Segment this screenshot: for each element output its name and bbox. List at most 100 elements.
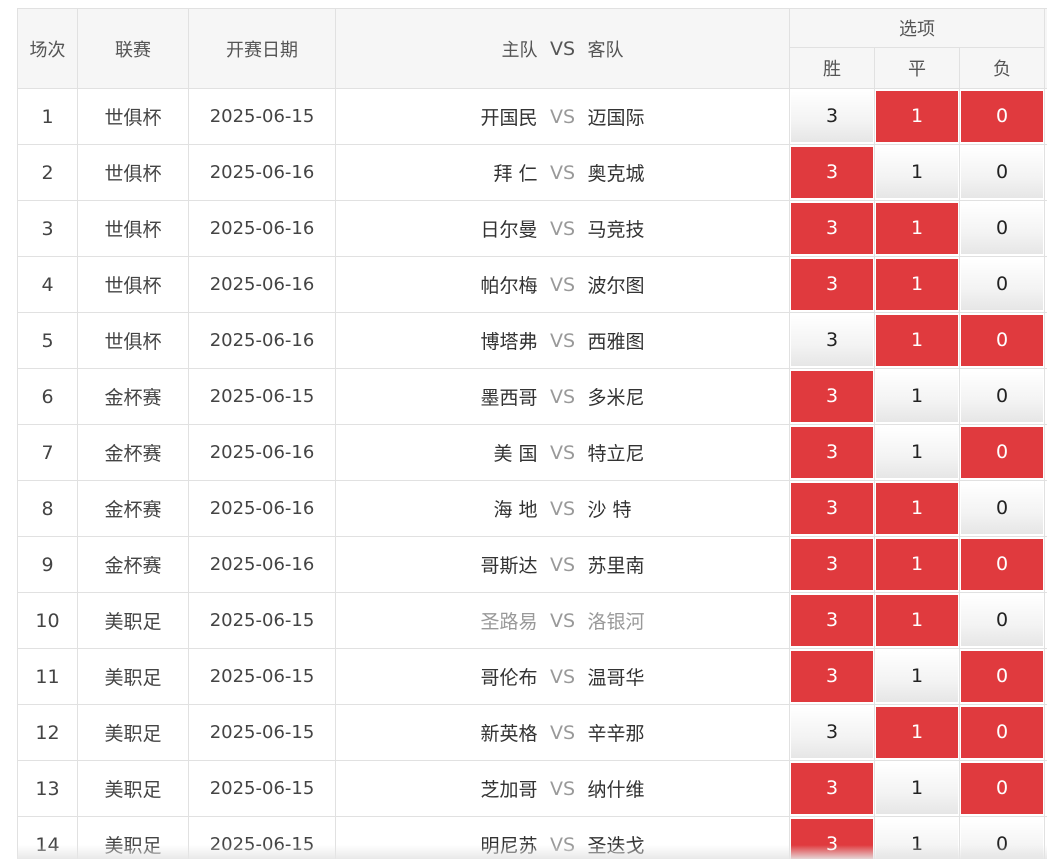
match-table: 场次 联赛 开赛日期 主队 VS 客队 选项 胜 平 负 1 世俱杯 2025-…: [17, 8, 1047, 859]
away-team: 纳什维: [587, 779, 645, 801]
league-name: 金杯赛: [77, 424, 189, 481]
option-win-button[interactable]: 3: [791, 315, 873, 366]
header-option-loss: 负: [958, 47, 1046, 89]
option-loss-button[interactable]: 0: [961, 427, 1044, 478]
match-number: 2: [17, 144, 78, 201]
teams-inner: 拜 仁 VS 奥克城: [337, 159, 789, 186]
option-loss-button[interactable]: 0: [961, 763, 1044, 814]
option-win-button[interactable]: 3: [791, 147, 873, 198]
vs-label: VS: [549, 273, 576, 296]
match-number: 7: [17, 424, 78, 481]
header-home-team: 主队: [501, 39, 538, 61]
teams-cell: 开国民 VS 迈国际: [335, 88, 790, 145]
league-name: 美职足: [77, 760, 189, 817]
option-loss-cell: 0: [958, 816, 1046, 859]
option-draw-cell: 1: [874, 424, 960, 481]
option-draw-button[interactable]: 1: [876, 203, 958, 254]
option-draw-button[interactable]: 1: [876, 483, 958, 534]
teams-inner: 哥斯达 VS 苏里南: [337, 551, 789, 578]
away-team: 多米尼: [587, 387, 645, 409]
option-draw-button[interactable]: 1: [876, 763, 958, 814]
league-name: 世俱杯: [77, 88, 189, 145]
option-win-cell: 3: [789, 592, 875, 649]
match-date: 2025-06-16: [188, 312, 336, 369]
option-win-button[interactable]: 3: [791, 427, 873, 478]
option-loss-button[interactable]: 0: [961, 595, 1044, 646]
option-draw-button[interactable]: 1: [876, 819, 958, 859]
league-name: 美职足: [77, 704, 189, 761]
option-loss-button[interactable]: 0: [961, 371, 1044, 422]
match-date: 2025-06-16: [188, 480, 336, 537]
teams-cell: 帕尔梅 VS 波尔图: [335, 256, 790, 313]
option-draw-button[interactable]: 1: [876, 539, 958, 590]
option-loss-cell: 0: [958, 144, 1046, 201]
option-loss-cell: 0: [958, 760, 1046, 817]
option-win-button[interactable]: 3: [791, 91, 873, 142]
teams-inner: 美 国 VS 特立尼: [337, 439, 789, 466]
teams-inner: 博塔弗 VS 西雅图: [337, 327, 789, 354]
match-row: 7 金杯赛 2025-06-16 美 国 VS 特立尼 3 1 0: [17, 424, 1047, 481]
teams-inner: 帕尔梅 VS 波尔图: [337, 271, 789, 298]
option-loss-button[interactable]: 0: [961, 539, 1044, 590]
option-win-button[interactable]: 3: [791, 483, 873, 534]
option-loss-cell: 0: [958, 368, 1046, 425]
option-win-button[interactable]: 3: [791, 763, 873, 814]
option-loss-cell: 0: [958, 704, 1046, 761]
option-win-button[interactable]: 3: [791, 259, 873, 310]
option-loss-cell: 0: [958, 536, 1046, 593]
teams-inner: 开国民 VS 迈国际: [337, 103, 789, 130]
option-draw-button[interactable]: 1: [876, 651, 958, 702]
option-loss-button[interactable]: 0: [961, 483, 1044, 534]
option-loss-button[interactable]: 0: [961, 707, 1044, 758]
option-draw-button[interactable]: 1: [876, 371, 958, 422]
vs-label: VS: [549, 777, 576, 800]
option-draw-cell: 1: [874, 144, 960, 201]
option-loss-cell: 0: [958, 592, 1046, 649]
option-loss-button[interactable]: 0: [961, 203, 1044, 254]
option-win-button[interactable]: 3: [791, 651, 873, 702]
option-loss-button[interactable]: 0: [961, 819, 1044, 859]
option-loss-button[interactable]: 0: [961, 651, 1044, 702]
option-loss-button[interactable]: 0: [961, 259, 1044, 310]
option-win-button[interactable]: 3: [791, 707, 873, 758]
option-draw-button[interactable]: 1: [876, 91, 958, 142]
option-loss-button[interactable]: 0: [961, 315, 1044, 366]
teams-cell: 拜 仁 VS 奥克城: [335, 144, 790, 201]
option-win-button[interactable]: 3: [791, 595, 873, 646]
option-draw-cell: 1: [874, 536, 960, 593]
option-win-button[interactable]: 3: [791, 203, 873, 254]
match-row: 13 美职足 2025-06-15 芝加哥 VS 纳什维 3 1 0: [17, 760, 1047, 817]
teams-cell: 墨西哥 VS 多米尼: [335, 368, 790, 425]
match-date: 2025-06-15: [188, 704, 336, 761]
teams-cell: 美 国 VS 特立尼: [335, 424, 790, 481]
option-draw-button[interactable]: 1: [876, 707, 958, 758]
match-row: 11 美职足 2025-06-15 哥伦布 VS 温哥华 3 1 0: [17, 648, 1047, 705]
option-win-button[interactable]: 3: [791, 819, 873, 859]
option-loss-button[interactable]: 0: [961, 91, 1044, 142]
option-win-button[interactable]: 3: [791, 539, 873, 590]
match-number: 9: [17, 536, 78, 593]
home-team: 哥斯达: [480, 555, 538, 577]
match-number: 3: [17, 200, 78, 257]
header-option-win: 胜: [789, 47, 875, 89]
home-team: 日尔曼: [480, 219, 538, 241]
option-loss-button[interactable]: 0: [961, 147, 1044, 198]
option-win-cell: 3: [789, 200, 875, 257]
match-date: 2025-06-15: [188, 88, 336, 145]
away-team: 苏里南: [587, 555, 645, 577]
match-number: 6: [17, 368, 78, 425]
option-draw-button[interactable]: 1: [876, 427, 958, 478]
match-row: 9 金杯赛 2025-06-16 哥斯达 VS 苏里南 3 1 0: [17, 536, 1047, 593]
option-loss-cell: 0: [958, 648, 1046, 705]
option-draw-button[interactable]: 1: [876, 595, 958, 646]
match-number: 5: [17, 312, 78, 369]
option-draw-button[interactable]: 1: [876, 147, 958, 198]
option-draw-cell: 1: [874, 368, 960, 425]
option-win-button[interactable]: 3: [791, 371, 873, 422]
match-number: 8: [17, 480, 78, 537]
option-draw-button[interactable]: 1: [876, 259, 958, 310]
away-team: 波尔图: [587, 275, 645, 297]
league-name: 世俱杯: [77, 312, 189, 369]
option-draw-button[interactable]: 1: [876, 315, 958, 366]
match-row: 3 世俱杯 2025-06-16 日尔曼 VS 马竞技 3 1 0: [17, 200, 1047, 257]
